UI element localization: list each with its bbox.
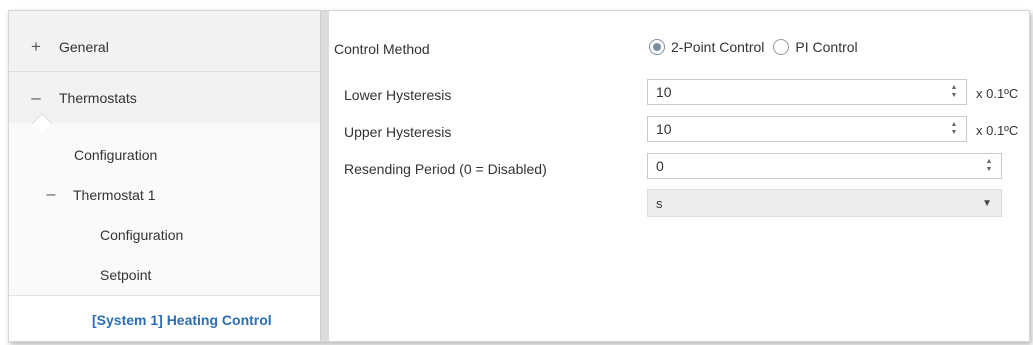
select-value: s <box>656 195 663 211</box>
resending-period-input[interactable]: 0 ▲ ▼ <box>647 153 1002 179</box>
spin-up-icon[interactable]: ▲ <box>986 158 993 166</box>
expand-plus-icon[interactable]: + <box>25 37 47 57</box>
control-method-radio-group: 2-Point Control PI Control <box>649 39 858 55</box>
sidebar-item-configuration[interactable]: Configuration <box>9 135 320 175</box>
resending-period-value[interactable]: 0 <box>656 158 981 174</box>
sidebar-item-label-selected: [System 1] Heating Control <box>92 311 272 328</box>
sidebar-item-label: Setpoint <box>100 267 152 283</box>
spin-up-icon[interactable]: ▲ <box>951 84 958 92</box>
lower-hysteresis-value[interactable]: 10 <box>656 84 946 100</box>
sidebar-item-thermostat-1[interactable]: – Thermostat 1 <box>9 175 320 215</box>
upper-hysteresis-unit: x 0.1ºC <box>976 123 1019 138</box>
collapse-minus-icon[interactable]: – <box>43 186 59 204</box>
sidebar-item-heating-control[interactable]: [System 1] Heating Control <box>9 295 329 341</box>
sidebar: + General – Thermostats Configuration – … <box>9 11 329 341</box>
spin-down-icon[interactable]: ▼ <box>951 92 958 100</box>
lower-hysteresis-label: Lower Hysteresis <box>344 87 452 103</box>
parameter-window: + General – Thermostats Configuration – … <box>8 10 1030 342</box>
sidebar-item-label: General <box>59 39 109 55</box>
radio-2-point-control[interactable]: 2-Point Control <box>649 39 764 55</box>
spin-up-icon[interactable]: ▲ <box>951 121 958 129</box>
sidebar-item-general[interactable]: + General <box>9 23 320 72</box>
radio-pi-control[interactable]: PI Control <box>773 39 858 55</box>
resending-period-label: Resending Period (0 = Disabled) <box>344 161 547 177</box>
radio-label: PI Control <box>795 39 858 55</box>
resending-period-unit-select[interactable]: s ▼ <box>647 189 1002 217</box>
lower-hysteresis-unit: x 0.1ºC <box>976 86 1019 101</box>
spinner-arrows-icon[interactable]: ▲ ▼ <box>946 80 962 104</box>
sidebar-item-label: Thermostats <box>59 89 137 106</box>
sidebar-item-label: Configuration <box>74 147 158 163</box>
sidebar-item-thermostat-configuration[interactable]: Configuration <box>9 215 320 255</box>
upper-hysteresis-input[interactable]: 10 ▲ ▼ <box>647 116 967 142</box>
sidebar-item-setpoint[interactable]: Setpoint <box>9 255 320 295</box>
spinner-arrows-icon[interactable]: ▲ ▼ <box>946 117 962 141</box>
sidebar-item-label: Thermostat 1 <box>73 187 156 203</box>
thermostats-subtree: Configuration – Thermostat 1 Configurati… <box>9 123 329 341</box>
sidebar-item-label: Configuration <box>100 227 184 243</box>
collapse-minus-icon[interactable]: – <box>25 88 47 108</box>
control-method-label: Control Method <box>334 41 430 57</box>
chevron-down-icon[interactable]: ▼ <box>982 198 992 209</box>
sidebar-splitter[interactable] <box>320 11 329 341</box>
parameter-panel: Control Method 2-Point Control PI Contro… <box>329 11 1029 341</box>
lower-hysteresis-input[interactable]: 10 ▲ ▼ <box>647 79 967 105</box>
upper-hysteresis-label: Upper Hysteresis <box>344 124 452 140</box>
upper-hysteresis-value[interactable]: 10 <box>656 121 946 137</box>
radio-selected-icon[interactable] <box>649 39 665 55</box>
spin-down-icon[interactable]: ▼ <box>951 129 958 137</box>
radio-label: 2-Point Control <box>671 39 765 55</box>
radio-unselected-icon[interactable] <box>773 39 790 55</box>
spinner-arrows-icon[interactable]: ▲ ▼ <box>981 154 997 178</box>
spin-down-icon[interactable]: ▼ <box>986 166 993 174</box>
sidebar-item-thermostats[interactable]: – Thermostats <box>9 73 320 122</box>
